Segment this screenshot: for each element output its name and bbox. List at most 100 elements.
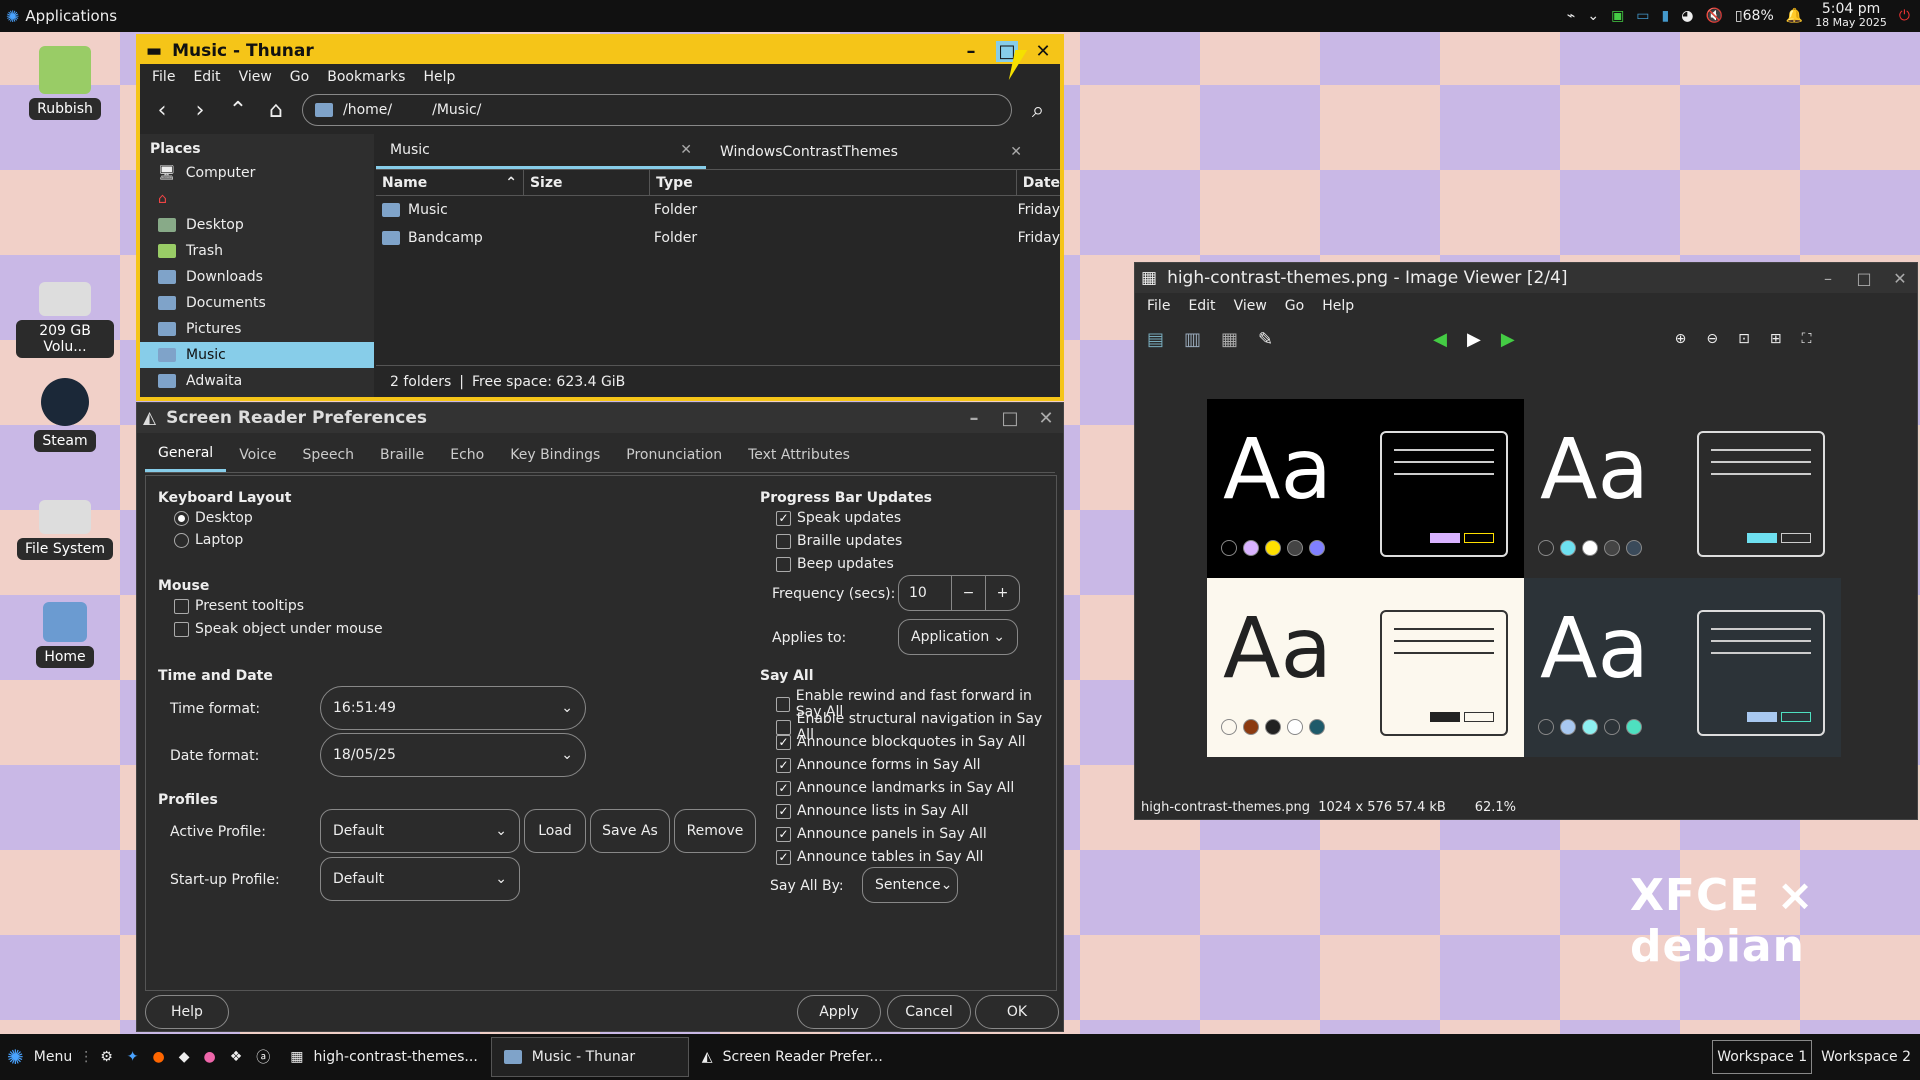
save-icon[interactable]: ▥ (1184, 329, 1201, 350)
close-button[interactable]: ✕ (1889, 269, 1911, 288)
print-icon[interactable]: ▦ (1221, 329, 1238, 350)
launcher-krita[interactable]: ● (197, 1037, 223, 1077)
maximize-button[interactable]: □ (1853, 269, 1875, 288)
desktop-icon-volume[interactable]: 209 GB Volu... (16, 272, 114, 358)
checkbox-present-tooltips[interactable]: Present tooltips (174, 598, 304, 614)
search-icon[interactable]: ⌕ (1026, 98, 1050, 123)
open-icon[interactable]: ▤ (1147, 329, 1164, 350)
battery-indicator[interactable]: ▯68% (1735, 8, 1774, 24)
desktop-icon-steam[interactable]: Steam (16, 378, 114, 452)
viewer-titlebar[interactable]: ▦ high-contrast-themes.png - Image Viewe… (1135, 263, 1917, 293)
notification-bell-icon[interactable]: 🔔 (1786, 8, 1803, 24)
zoom-in-icon[interactable]: ⊕ (1675, 331, 1687, 347)
column-name[interactable]: Name ⌃ (376, 170, 524, 195)
home-icon[interactable]: ⌂ (264, 98, 288, 123)
task-screen-reader[interactable]: ◭ Screen Reader Prefer... (689, 1037, 896, 1077)
checkbox-say-all-option[interactable]: ✓ Announce panels in Say All (776, 826, 987, 842)
minimize-button[interactable]: – (1817, 269, 1839, 288)
checkbox-speak-object[interactable]: Speak object under mouse (174, 621, 383, 637)
sidebar-item-computer[interactable]: 🖥 Computer (140, 160, 374, 186)
menu-edit[interactable]: Edit (193, 69, 220, 85)
tab-pronunciation[interactable]: Pronunciation (613, 437, 735, 472)
column-size[interactable]: Size (524, 170, 651, 195)
file-row-music[interactable]: Music Folder Friday (376, 196, 1060, 224)
checkbox-beep-updates[interactable]: Beep updates (776, 556, 894, 572)
desktop-icon-home[interactable]: Home (16, 602, 114, 668)
checkbox-say-all-option[interactable]: ✓ Announce lists in Say All (776, 803, 968, 819)
task-image-viewer[interactable]: ▦ high-contrast-themes... (277, 1037, 490, 1077)
sidebar-item-trash[interactable]: Trash (140, 238, 374, 264)
checkbox-speak-updates[interactable]: ✓ Speak updates (776, 510, 901, 526)
tab-speech[interactable]: Speech (289, 437, 367, 472)
checkbox-say-all-option[interactable]: ✓ Announce forms in Say All (776, 757, 981, 773)
desktop-icon-filesystem[interactable]: File System (16, 490, 114, 560)
checkbox-say-all-option[interactable]: ✓ Announce landmarks in Say All (776, 780, 1014, 796)
column-type[interactable]: Type (650, 170, 1017, 195)
desktop-icon-rubbish[interactable]: Rubbish (16, 46, 114, 120)
thunar-titlebar[interactable]: ▬ Music - Thunar – □ ✕ (140, 38, 1060, 64)
workspace-2[interactable]: Workspace 2 (1816, 1040, 1916, 1074)
decrement-button[interactable]: − (951, 576, 985, 610)
load-button[interactable]: Load (524, 809, 586, 853)
help-button[interactable]: Help (145, 995, 229, 1029)
sidebar-item-downloads[interactable]: Downloads (140, 264, 374, 290)
clock[interactable]: 5:04 pm 18 May 2025 (1815, 2, 1887, 29)
column-date[interactable]: Date (1017, 170, 1060, 195)
apply-button[interactable]: Apply (797, 995, 881, 1029)
display-icon[interactable]: ▭ (1636, 8, 1649, 24)
checkbox-braille-updates[interactable]: Braille updates (776, 533, 902, 549)
play-icon[interactable]: ▶ (1467, 329, 1481, 350)
back-icon[interactable]: ‹ (150, 98, 174, 123)
menu-file[interactable]: File (152, 69, 175, 85)
menu-view[interactable]: View (239, 69, 272, 85)
fullscreen-icon[interactable]: ⛶ (1802, 331, 1812, 347)
chevron-down-icon[interactable]: ⌄ (1587, 8, 1599, 24)
sidebar-item-documents[interactable]: Documents (140, 290, 374, 316)
tab-text-attributes[interactable]: Text Attributes (735, 437, 863, 472)
task-thunar[interactable]: Music - Thunar (490, 1037, 689, 1077)
zoom-100-icon[interactable]: ⊞ (1770, 331, 1782, 347)
menu-go[interactable]: Go (1285, 298, 1304, 314)
file-row-bandcamp[interactable]: Bandcamp Folder Friday (376, 224, 1060, 252)
close-button[interactable]: ✕ (1035, 408, 1057, 429)
zoom-out-icon[interactable]: ⊖ (1706, 331, 1718, 347)
menu-file[interactable]: File (1147, 298, 1170, 314)
clipboard-icon[interactable]: ▣ (1611, 8, 1624, 24)
forward-icon[interactable]: › (188, 98, 212, 123)
next-icon[interactable]: ▶ (1501, 329, 1515, 350)
menu-go[interactable]: Go (290, 69, 309, 85)
volume-mute-icon[interactable]: 🔇 (1705, 8, 1722, 24)
menu-edit[interactable]: Edit (1188, 298, 1215, 314)
launcher-whisker[interactable]: ✦ (120, 1037, 146, 1077)
power-icon[interactable]: ⏻ (1899, 8, 1910, 24)
sidebar-item-adwaita[interactable]: Adwaita (140, 368, 374, 394)
workspace-1[interactable]: Workspace 1 (1712, 1040, 1813, 1074)
menu-help[interactable]: Help (423, 69, 455, 85)
sidebar-item-music[interactable]: Music (140, 342, 374, 368)
tab-echo[interactable]: Echo (437, 437, 497, 472)
launcher-inkscape[interactable]: ◆ (172, 1037, 197, 1077)
tab-braille[interactable]: Braille (367, 437, 437, 472)
edit-icon[interactable]: ✎ (1258, 329, 1273, 350)
checkbox-say-all-option[interactable]: ✓ Announce tables in Say All (776, 849, 983, 865)
network-icon[interactable]: ⌁ (1567, 8, 1575, 24)
previous-icon[interactable]: ◀ (1433, 329, 1447, 350)
frequency-spinner[interactable]: 10 − + (898, 575, 1020, 611)
orca-titlebar[interactable]: ◭ Screen Reader Preferences – □ ✕ (137, 403, 1063, 433)
radio-laptop[interactable]: Laptop (174, 532, 243, 548)
discord-icon[interactable]: ◕ (1681, 8, 1693, 24)
ok-button[interactable]: OK (975, 995, 1059, 1029)
maximize-button[interactable]: □ (999, 408, 1021, 429)
launcher-settings[interactable]: ⚙ (93, 1037, 120, 1077)
applications-menu[interactable]: ✺ Applications (0, 7, 117, 26)
sidebar-item-desktop[interactable]: Desktop (140, 212, 374, 238)
menu-help[interactable]: Help (1322, 298, 1354, 314)
sidebar-item-home[interactable]: ⌂ (140, 186, 374, 212)
minimize-button[interactable]: – (960, 41, 982, 62)
up-icon[interactable]: ⌃ (226, 98, 250, 123)
save-as-button[interactable]: Save As (590, 809, 670, 853)
active-profile-select[interactable]: Default ⌄ (320, 809, 520, 853)
launcher-accessibility[interactable]: ⓐ (249, 1037, 277, 1077)
signal-icon[interactable]: ▮ (1662, 8, 1670, 24)
checkbox-say-all-option[interactable]: ✓ Announce blockquotes in Say All (776, 734, 1025, 750)
